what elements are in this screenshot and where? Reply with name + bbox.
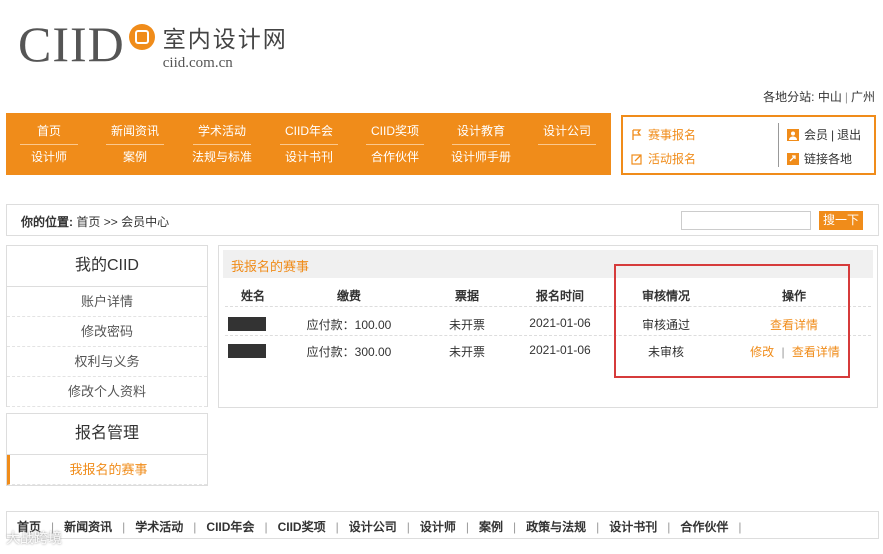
site-logo[interactable]: CIID 室内设计网 ciid.com.cn	[18, 16, 288, 72]
nav-publications[interactable]: 设计书刊	[268, 145, 350, 169]
col-date: 报名时间	[535, 289, 584, 303]
row2-date: 2021-01-06	[529, 343, 591, 357]
row1-date: 2021-01-06	[529, 316, 591, 330]
nav-home[interactable]: 首页	[8, 119, 90, 145]
branch-label: 各地分站:	[763, 90, 815, 104]
nav-regulations[interactable]: 法规与标准	[181, 145, 263, 169]
footer-divider: |	[738, 520, 742, 534]
nav-design-company[interactable]: 设计公司	[526, 119, 608, 145]
footer-divider: |	[596, 520, 600, 534]
panel-title: 我报名的赛事	[231, 259, 310, 274]
logo-domain: ciid.com.cn	[162, 55, 233, 71]
sidebar-item-password[interactable]: 修改密码	[7, 317, 207, 347]
footer-nav: 首页 | 新闻资讯 | 学术活动 | CIID年会 | CIID奖项 | 设计公司 | 设计师 | 案例 | 政…	[6, 511, 879, 539]
breadcrumb-label: 你的位置:	[21, 215, 73, 229]
footer-divider: |	[264, 520, 268, 534]
footer-divider: |	[335, 520, 339, 534]
sidebar-item-profile[interactable]: 修改个人资料	[7, 377, 207, 407]
col-invoice: 票据	[454, 289, 479, 303]
sidebar-item-account[interactable]: 账户详情	[7, 287, 207, 317]
member-divider: |	[831, 127, 835, 142]
nav-cases[interactable]: 案例	[94, 145, 176, 169]
row2-invoice: 未开票	[448, 345, 485, 359]
sidebar-item-rights[interactable]: 权利与义务	[7, 347, 207, 377]
col-fee: 缴费	[336, 289, 361, 303]
sidebar-item-my-competitions[interactable]: 我报名的赛事	[7, 455, 207, 485]
nav-awards[interactable]: CIID奖项	[354, 119, 436, 145]
my-ciid-heading: 我的CIID	[6, 245, 208, 287]
flag-icon	[632, 128, 642, 140]
registration-heading: 报名管理	[6, 413, 208, 455]
nav-partners[interactable]: 合作伙伴	[354, 145, 436, 169]
competition-signup-link[interactable]: 赛事报名	[631, 126, 696, 143]
footer-link[interactable]: 设计书刊	[609, 520, 657, 534]
row1-fee: 应付款：100.00	[306, 318, 392, 332]
col-name: 姓名	[240, 289, 265, 303]
quick-links: 赛事报名 活动报名 会员 | 退出 链接各地	[621, 115, 876, 175]
footer-link[interactable]: 设计公司	[349, 520, 397, 534]
footer-link[interactable]: CIID年会	[206, 520, 254, 534]
breadcrumb: 你的位置: 首页 >> 会员中心	[21, 213, 169, 230]
search-input[interactable]	[681, 211, 811, 230]
branch-sites: 各地分站: 中山 | 广州	[763, 90, 875, 104]
activity-signup-link[interactable]: 活动报名	[631, 150, 696, 167]
member-area: 会员 | 退出	[787, 126, 861, 143]
footer-link[interactable]: 政策与法规	[526, 520, 586, 534]
watermark: 大战跨境	[6, 530, 62, 546]
breadcrumb-bar: 你的位置: 首页 >> 会员中心 搜一下	[6, 204, 879, 236]
nav-academic[interactable]: 学术活动	[181, 119, 263, 145]
nav-education[interactable]: 设计教育	[440, 119, 522, 145]
row1-invoice: 未开票	[448, 318, 485, 332]
main-nav: 首页 新闻资讯 学术活动 CIID年会 CIID奖项 设计教育 设计公司 设计师…	[6, 113, 611, 175]
breadcrumb-current: 会员中心	[121, 215, 170, 229]
footer-link[interactable]: CIID奖项	[278, 520, 326, 534]
competition-signup-label: 赛事报名	[648, 128, 697, 142]
divider	[778, 123, 779, 167]
nav-news[interactable]: 新闻资讯	[94, 119, 176, 145]
footer-divider: |	[122, 520, 126, 534]
footer-divider: |	[406, 520, 410, 534]
activity-signup-label: 活动报名	[648, 152, 697, 166]
footer-divider: |	[513, 520, 517, 534]
nav-annual[interactable]: CIID年会	[268, 119, 350, 145]
footer-divider: |	[667, 520, 671, 534]
search-button[interactable]: 搜一下	[819, 211, 863, 230]
logout-link[interactable]: 退出	[837, 126, 861, 143]
footer-link[interactable]: 设计师	[420, 520, 456, 534]
nav-designer-handbook[interactable]: 设计师手册	[440, 145, 522, 169]
edit-icon	[631, 153, 642, 165]
redacted-name	[228, 317, 266, 331]
logo-mark-icon	[128, 24, 155, 50]
row2-fee: 应付款：300.00	[306, 345, 392, 359]
branch-link-zhongshan[interactable]: 中山	[818, 90, 842, 104]
footer-link[interactable]: 学术活动	[135, 520, 183, 534]
logo-cn-name: 室内设计网	[162, 27, 288, 52]
branch-link-guangzhou[interactable]: 广州	[851, 90, 875, 104]
branch-links[interactable]: 链接各地	[787, 150, 852, 167]
footer-link[interactable]: 合作伙伴	[680, 520, 728, 534]
branch-links-label: 链接各地	[804, 152, 853, 166]
link-icon	[787, 152, 799, 165]
user-icon	[787, 128, 799, 141]
breadcrumb-sep: >>	[103, 215, 118, 229]
footer-divider: |	[193, 520, 197, 534]
footer-divider: |	[465, 520, 469, 534]
member-link[interactable]: 会员	[804, 126, 828, 143]
member-sidebar: 我的CIID 账户详情 修改密码 权利与义务 修改个人资料 报名管理 我报名的赛…	[6, 245, 208, 486]
footer-links: 首页 | 新闻资讯 | 学术活动 | CIID年会 | CIID奖项 | 设计公司 | 设计师 | 案例 | 政…	[17, 518, 752, 535]
footer-link[interactable]: 新闻资讯	[64, 520, 112, 534]
breadcrumb-home[interactable]: 首页	[76, 215, 100, 229]
redacted-name	[228, 344, 266, 358]
highlight-annotation-box	[614, 264, 850, 378]
logo-brand: CIID	[18, 16, 125, 72]
footer-link[interactable]: 案例	[479, 520, 503, 534]
nav-designers[interactable]: 设计师	[8, 145, 90, 169]
